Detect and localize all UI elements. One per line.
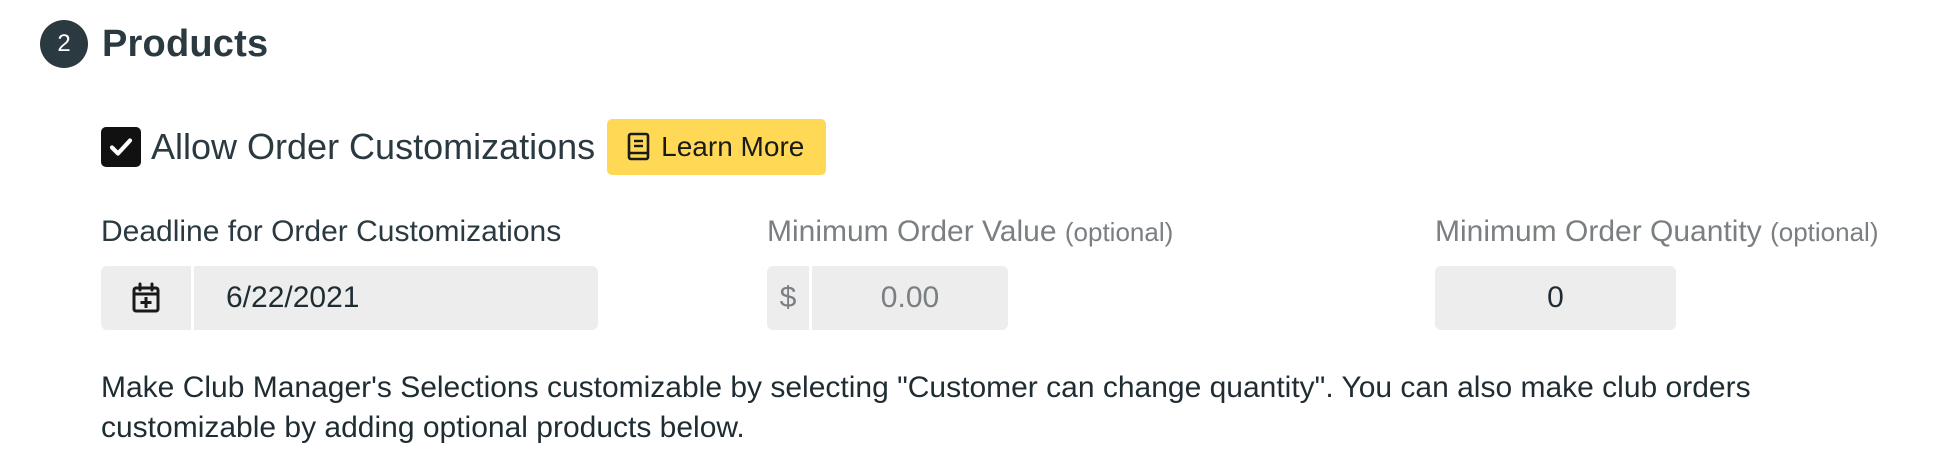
allow-customizations-row: Allow Order Customizations Learn More — [101, 119, 827, 175]
min-order-quantity-field[interactable]: 0 — [1435, 266, 1676, 330]
section-title: Products — [102, 22, 269, 65]
learn-more-button[interactable]: Learn More — [607, 119, 827, 175]
book-icon — [627, 132, 650, 161]
optional-tag: (optional) — [1770, 217, 1879, 247]
section-header: 2 Products — [40, 20, 268, 68]
customization-help-text: Make Club Manager's Selections customiza… — [101, 371, 1751, 444]
step-number-badge: 2 — [40, 20, 88, 68]
min-order-quantity-label-text: Minimum Order Quantity — [1435, 215, 1762, 248]
deadline-label: Deadline for Order Customizations — [101, 215, 562, 248]
optional-tag: (optional) — [1064, 217, 1174, 247]
min-order-value-input[interactable]: 0.00 — [812, 266, 1008, 330]
allow-customizations-label[interactable]: Allow Order Customizations — [151, 126, 595, 168]
min-order-value-label-text: Minimum Order Value — [767, 215, 1057, 248]
checkmark-icon — [109, 138, 133, 156]
learn-more-label: Learn More — [661, 131, 805, 162]
min-order-quantity-input[interactable]: 0 — [1435, 266, 1676, 330]
min-order-value-label: Minimum Order Value (optional) — [767, 215, 1173, 249]
min-order-quantity-label: Minimum Order Quantity (optional) — [1435, 215, 1879, 249]
allow-customizations-checkbox[interactable] — [101, 127, 141, 167]
calendar-button[interactable] — [101, 266, 194, 330]
products-section: 2 Products Allow Order Customizations Le… — [0, 0, 1940, 466]
deadline-date-picker[interactable]: 6/22/2021 — [101, 266, 598, 330]
currency-symbol: $ — [767, 266, 812, 330]
calendar-plus-icon — [132, 282, 160, 313]
deadline-date-value[interactable]: 6/22/2021 — [194, 266, 359, 330]
min-order-value-field[interactable]: $ 0.00 — [767, 266, 1008, 330]
